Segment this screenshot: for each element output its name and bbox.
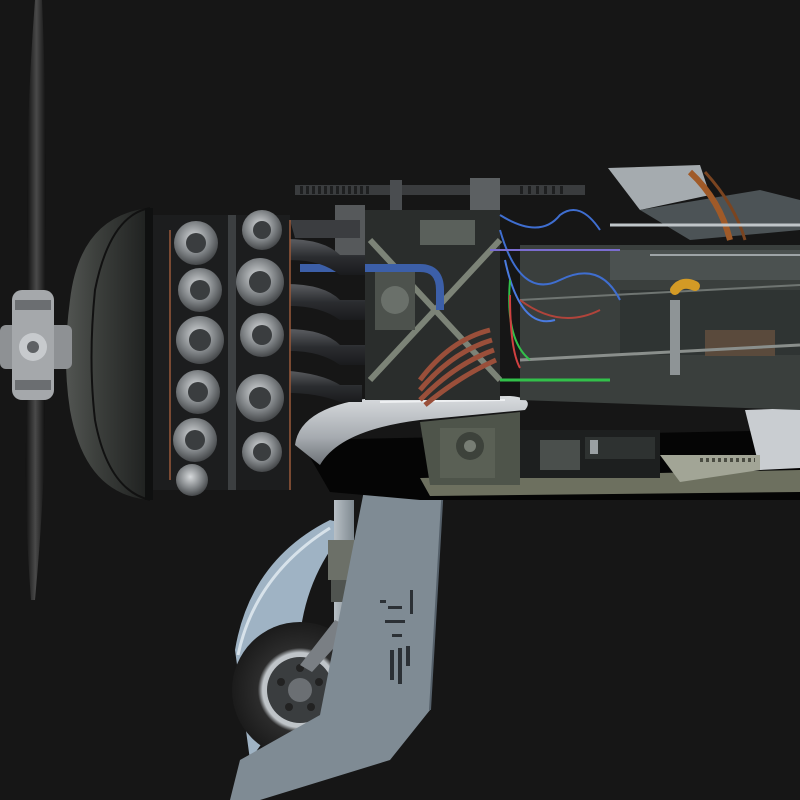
aircraft-cutaway-render	[0, 0, 800, 800]
radial-engine-cylinders-icon	[150, 210, 291, 496]
fuselage-interior-icon	[519, 245, 800, 410]
